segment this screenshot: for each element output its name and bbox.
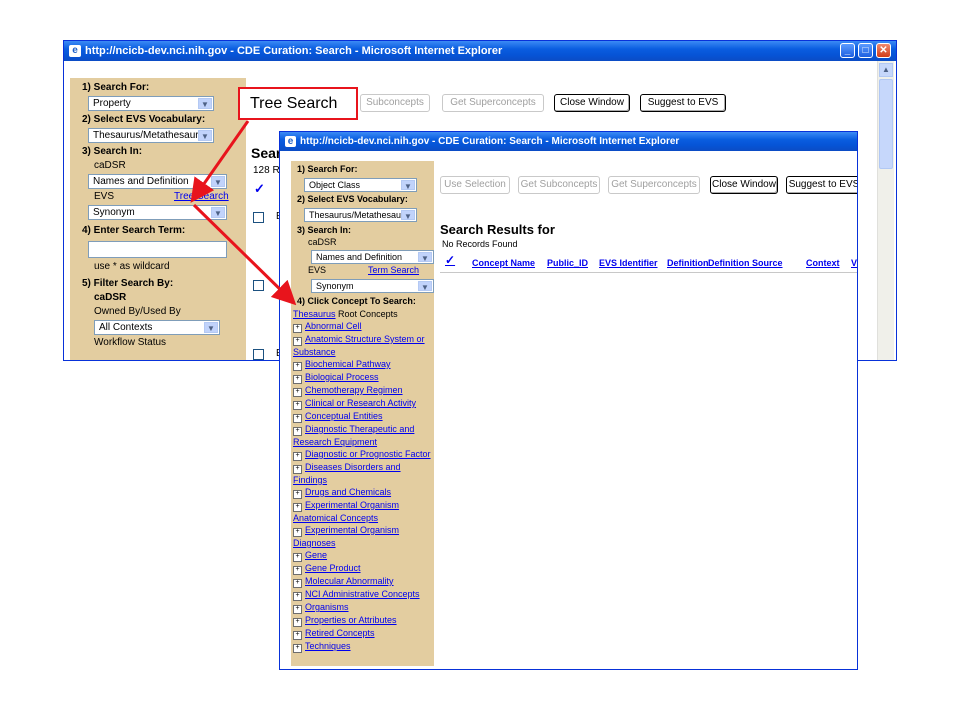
callout-arrows — [190, 120, 297, 306]
arrow-to-concept-tree — [192, 203, 297, 306]
arrow-to-tree-search-link — [190, 120, 250, 203]
